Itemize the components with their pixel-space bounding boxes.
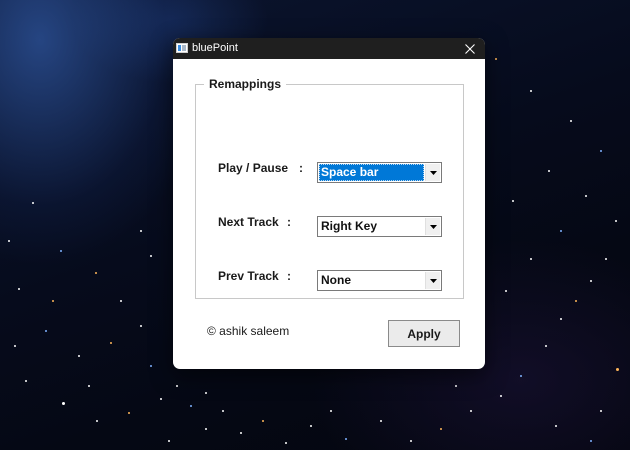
prev-track-separator: :: [287, 269, 291, 283]
play-pause-separator: :: [299, 161, 303, 175]
next-track-dropdown[interactable]: Right Key: [317, 216, 442, 237]
apply-button[interactable]: Apply: [388, 320, 460, 347]
copyright-text: © ashik saleem: [207, 324, 290, 338]
chevron-down-icon[interactable]: [425, 272, 440, 289]
close-icon: [464, 43, 475, 54]
title-bar[interactable]: bluePoint: [173, 38, 485, 59]
close-button[interactable]: [454, 38, 485, 59]
window-title: bluePoint: [192, 42, 238, 54]
next-track-value: Right Key: [321, 219, 378, 233]
next-track-label: Next Track: [218, 215, 279, 229]
prev-track-label: Prev Track: [218, 269, 279, 283]
bluepoint-window: bluePoint Remappings Play / Pause : Spac…: [173, 38, 485, 369]
next-track-separator: :: [287, 215, 291, 229]
app-icon: [176, 43, 188, 53]
play-pause-value: Space bar: [319, 164, 424, 181]
play-pause-label: Play / Pause: [218, 161, 289, 175]
chevron-down-icon[interactable]: [425, 164, 440, 181]
prev-track-value: None: [321, 273, 351, 287]
prev-track-dropdown[interactable]: None: [317, 270, 442, 291]
chevron-down-icon[interactable]: [425, 218, 440, 235]
remappings-group: Remappings Play / Pause : Space bar Next…: [195, 77, 464, 299]
play-pause-dropdown[interactable]: Space bar: [317, 162, 442, 183]
group-title: Remappings: [204, 77, 287, 92]
